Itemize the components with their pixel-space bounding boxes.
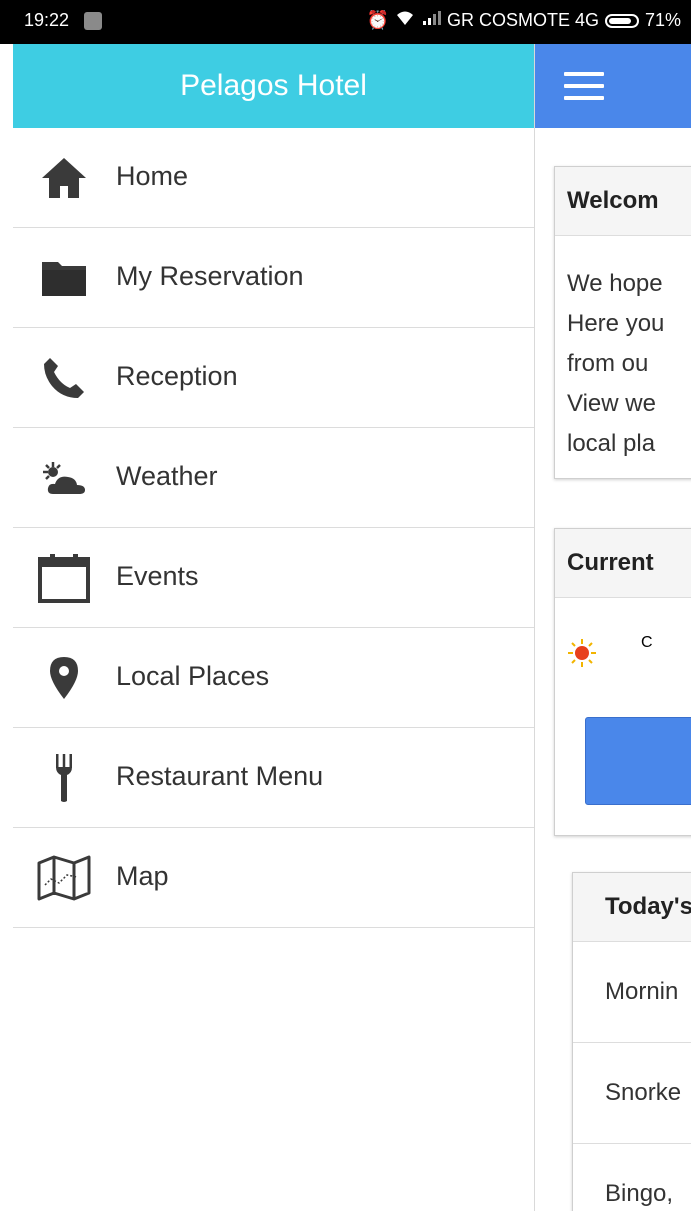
menu-item-events[interactable]: Events: [13, 528, 534, 628]
phone-icon: [37, 354, 91, 402]
welcome-panel: Welcom We hope Here you from ou View we …: [554, 166, 691, 479]
event-row[interactable]: Bingo,: [573, 1143, 691, 1211]
welcome-line: Here you: [567, 310, 665, 337]
status-time: 19:22: [24, 10, 70, 30]
welcome-panel-body: We hope Here you from ou View we local p…: [555, 236, 691, 478]
menu-item-local-places[interactable]: Local Places: [13, 628, 534, 728]
top-app-bar: [534, 44, 691, 128]
menu-item-map[interactable]: Map: [13, 828, 534, 928]
map-icon: [37, 854, 91, 902]
welcome-panel-title: Welcom: [555, 167, 691, 236]
welcome-line: local pla: [567, 430, 656, 457]
notification-icon: [84, 12, 102, 30]
battery-percent: 71%: [644, 10, 681, 30]
calendar-icon: [37, 554, 91, 603]
event-row[interactable]: Snorke: [573, 1042, 691, 1143]
drawer-header: Pelagos Hotel: [13, 44, 534, 128]
welcome-line: from ou: [567, 350, 649, 377]
menu-item-label: Weather: [116, 461, 218, 491]
menu-item-weather[interactable]: Weather: [13, 428, 534, 528]
event-row[interactable]: Mornin: [573, 942, 691, 1042]
alarm-icon: ⏰: [366, 10, 389, 30]
menu-item-label: Map: [116, 861, 169, 891]
carrier-label: GR COSMOTE 4G: [446, 10, 599, 30]
navigation-drawer: Pelagos Hotel Home My Reservation Recept…: [13, 44, 535, 1211]
status-right: ⏰ GR COSMOTE 4G 71%: [367, 10, 681, 31]
weather-text: C: [641, 634, 653, 651]
events-panel-title: Today's: [573, 873, 691, 942]
menu-item-restaurant-menu[interactable]: Restaurant Menu: [13, 728, 534, 828]
main-content: Welcom We hope Here you from ou View we …: [534, 44, 691, 1211]
signal-icon: [421, 10, 441, 31]
drawer-title: Pelagos Hotel: [180, 69, 367, 102]
menu-item-my-reservation[interactable]: My Reservation: [13, 228, 534, 328]
drawer-menu: Home My Reservation Reception Weather Ev…: [13, 128, 534, 928]
folder-icon: [37, 254, 91, 302]
menu-item-label: Local Places: [116, 661, 270, 691]
hamburger-menu-icon[interactable]: [564, 72, 604, 102]
sun-icon: [567, 638, 597, 673]
weather-icon: [37, 454, 91, 502]
menu-item-label: My Reservation: [116, 261, 304, 291]
location-pin-icon: [37, 654, 91, 702]
menu-item-label: Events: [116, 561, 199, 591]
menu-item-label: Reception: [116, 361, 238, 391]
welcome-line: We hope: [567, 270, 663, 297]
menu-item-label: Restaurant Menu: [116, 761, 324, 791]
todays-events-panel: Today's Mornin Snorke Bingo,: [572, 872, 691, 1211]
fork-icon: [37, 754, 91, 802]
weather-details-button[interactable]: [585, 717, 691, 805]
home-icon: [37, 154, 91, 202]
welcome-line: View we: [567, 390, 656, 417]
weather-panel-title: Current: [555, 529, 691, 598]
menu-item-home[interactable]: Home: [13, 128, 534, 228]
current-weather-panel: Current C: [554, 528, 691, 836]
menu-item-reception[interactable]: Reception: [13, 328, 534, 428]
menu-item-label: Home: [116, 161, 189, 191]
battery-icon: [604, 13, 639, 28]
wifi-icon: [395, 10, 415, 31]
status-bar: 19:22 ⏰ GR COSMOTE 4G 71%: [0, 0, 691, 44]
weather-row: C: [555, 598, 691, 708]
